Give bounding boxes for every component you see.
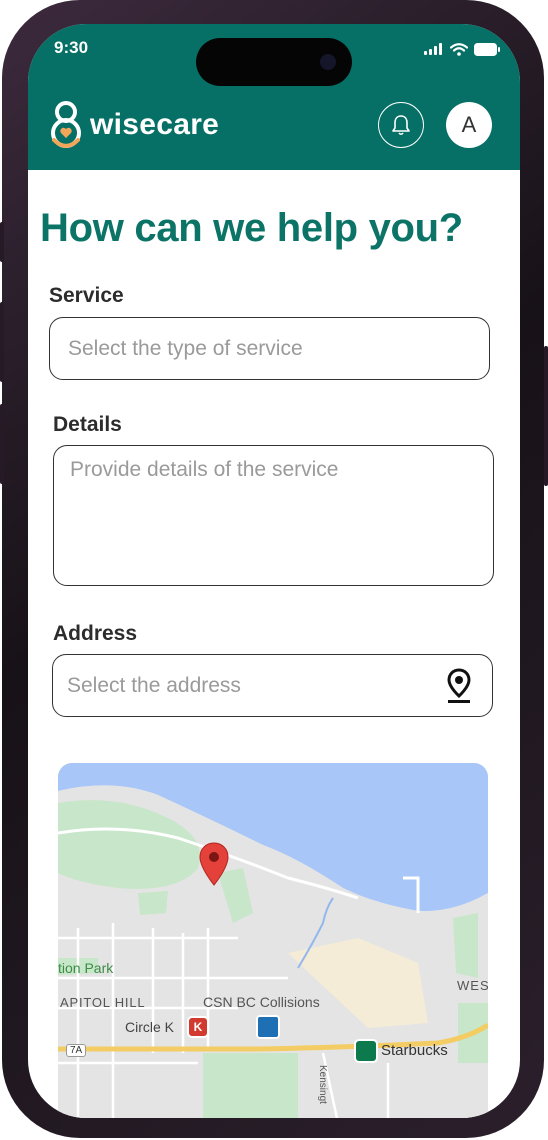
location-marker-icon[interactable] [199,842,229,886]
power-button [544,346,548,486]
wisecare-logo-icon [51,101,81,148]
notifications-button[interactable] [378,102,424,148]
app-header: 9:30 wisecare A [28,24,520,170]
action-button [0,222,4,262]
status-bar: 9:30 [28,24,520,86]
map-label-starbucks: Starbucks [381,1042,448,1059]
address-input[interactable] [52,654,493,717]
user-avatar[interactable]: A [446,102,492,148]
map-pin-icon[interactable] [446,668,472,704]
page-title: How can we help you? [40,206,463,250]
gas-station-icon [256,1015,280,1039]
address-label: Address [53,622,138,645]
map-label-wes: WES [457,978,488,993]
map-view[interactable]: tion Park APITOL HILL CSN BC Collisions … [58,763,488,1118]
bell-icon [392,115,410,136]
details-label: Details [53,413,122,436]
details-textarea[interactable] [53,445,494,586]
service-label: Service [49,284,124,307]
battery-icon [474,42,500,56]
service-select-input[interactable] [49,317,490,380]
map-graphic [58,763,488,1118]
circle-k-icon: K [187,1016,209,1038]
map-label-kensington: Kensingt [317,1065,328,1104]
brand-logo[interactable]: wisecare [50,100,219,150]
status-icons [424,42,500,56]
volume-down-button [0,404,4,484]
map-label-hill: APITOL HILL [60,995,146,1010]
starbucks-icon [354,1039,378,1063]
map-route-shield: 7A [66,1044,87,1057]
dynamic-island [196,38,352,86]
status-time: 9:30 [54,38,89,57]
wifi-icon [450,42,468,56]
signal-icon [424,43,442,55]
app-screen: 9:30 wisecare A How can we help you? Ser… [28,24,520,1118]
front-camera [320,54,336,70]
map-label-collisions: CSN BC Collisions [203,994,320,1010]
map-label-circle-k: Circle K [125,1019,175,1035]
volume-up-button [0,302,4,382]
brand-name: wisecare [90,108,220,141]
map-label-park: tion Park [58,960,114,976]
